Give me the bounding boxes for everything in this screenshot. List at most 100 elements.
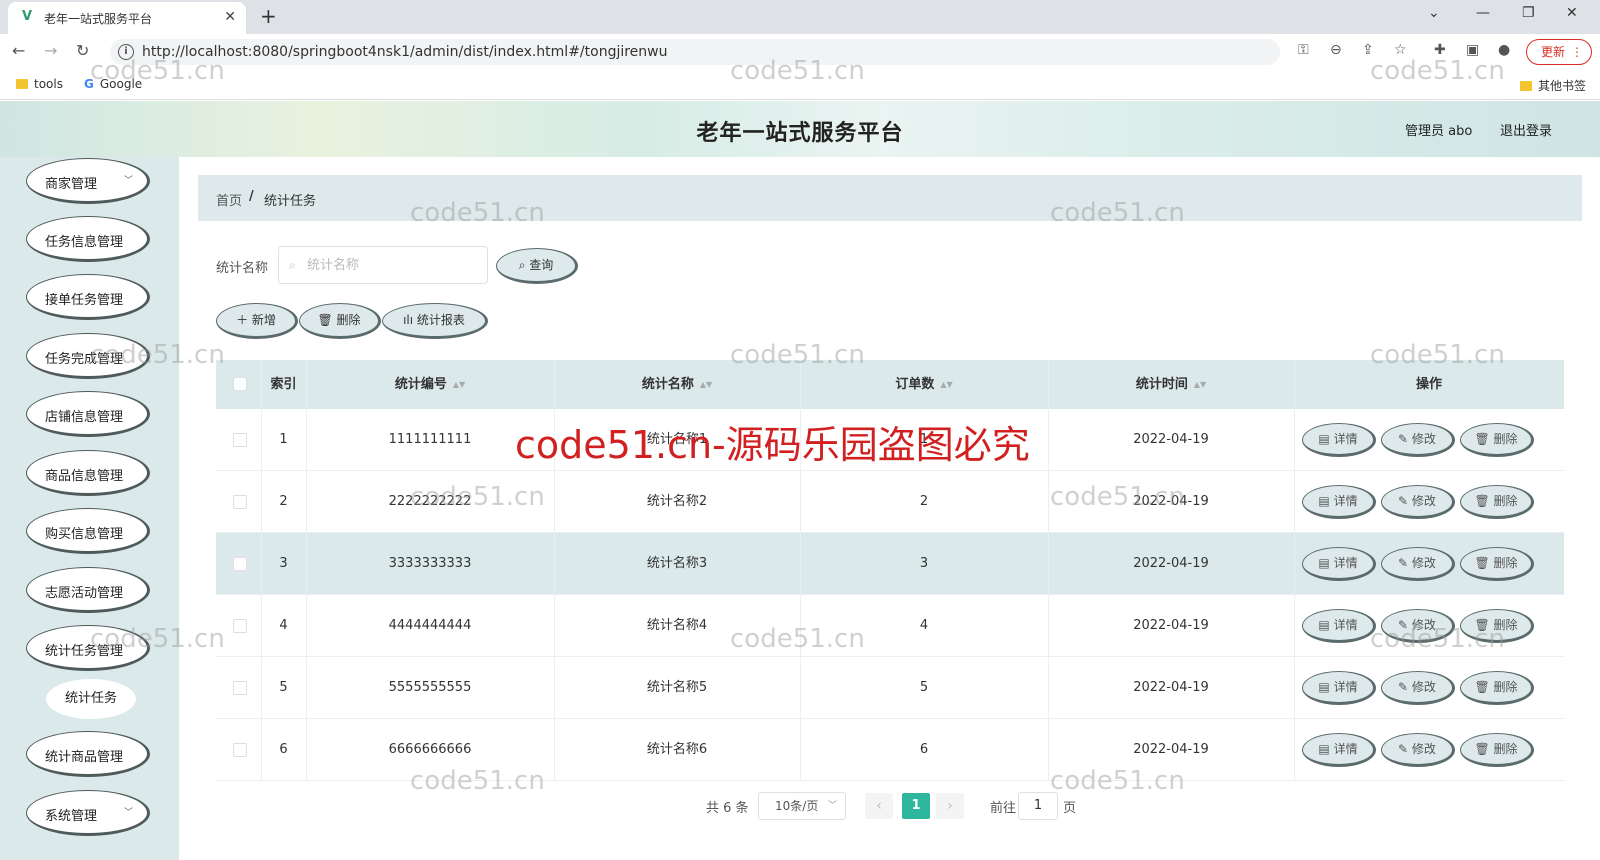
restore-icon[interactable]: ❐ — [1522, 5, 1535, 21]
table-row[interactable]: 4 4444444444 统计名称4 4 2022-04-19 ▤ 详情 ✎ 修改 🗑 删除 — [216, 595, 1564, 657]
edit-button[interactable]: ✎ 修改 — [1381, 733, 1455, 767]
sidebar-item-purchase-info[interactable]: 购买信息管理 — [26, 508, 150, 554]
detail-button[interactable]: ▤ 详情 — [1302, 609, 1376, 643]
query-button[interactable]: ⌕ 查询 — [496, 248, 578, 284]
sidebar-item-product-info[interactable]: 商品信息管理 — [26, 450, 150, 496]
key-icon[interactable]: ⚿ — [1298, 42, 1309, 58]
edit-button[interactable]: ✎ 修改 — [1381, 423, 1455, 457]
column-header-code[interactable]: 统计编号 ▲▼ — [306, 360, 554, 409]
sidebar-item-stats-product[interactable]: 统计商品管理 — [26, 731, 150, 777]
bookmark-google[interactable]: G Google — [84, 77, 142, 91]
table-row[interactable]: 1 1111111111 统计名称1 1 2022-04-19 ▤ 详情 ✎ 修改 🗑 删除 — [216, 409, 1564, 471]
cell-time: 2022-04-19 — [1133, 680, 1209, 695]
prev-page-icon[interactable]: ‹ — [865, 793, 893, 819]
detail-button[interactable]: ▤ 详情 — [1302, 671, 1376, 705]
cell-orders: 4 — [919, 618, 929, 633]
cell-time: 2022-04-19 — [1133, 494, 1209, 509]
column-header-name[interactable]: 统计名称 ▲▼ — [554, 360, 800, 409]
other-bookmarks[interactable]: 其他书签 — [1520, 77, 1586, 94]
document-icon: ▤ — [1318, 556, 1334, 570]
row-checkbox[interactable] — [233, 433, 247, 447]
edit-button[interactable]: ✎ 修改 — [1381, 671, 1455, 705]
zoom-icon[interactable]: ⊖ — [1330, 42, 1342, 58]
address-bar[interactable]: i http://localhost:8080/springboot4nsk1/… — [110, 39, 1280, 65]
bookmark-tools[interactable]: tools — [16, 77, 63, 91]
add-button[interactable]: ＋ 新增 — [216, 303, 298, 339]
reload-icon[interactable]: ↻ — [76, 41, 89, 60]
sort-icon[interactable]: ▲▼ — [453, 360, 465, 409]
extensions-icon[interactable]: ✚ — [1434, 42, 1446, 58]
detail-button[interactable]: ▤ 详情 — [1302, 423, 1376, 457]
search-input[interactable] — [307, 256, 477, 274]
delete-button[interactable]: 🗑 删除 — [1460, 423, 1534, 457]
row-checkbox[interactable] — [233, 681, 247, 695]
profile-icon[interactable]: ● — [1498, 42, 1510, 58]
sidebar-item-accepted-task[interactable]: 接单任务管理 — [26, 274, 150, 320]
next-page-icon[interactable]: › — [936, 793, 964, 819]
table-row[interactable]: 3 3333333333 统计名称3 3 2022-04-19 ▤ 详情 ✎ 修改 🗑 删除 — [216, 533, 1564, 595]
chevron-down-icon: ﹀ — [827, 801, 837, 811]
forward-icon[interactable]: → — [44, 41, 57, 60]
sort-icon[interactable]: ▲▼ — [700, 360, 712, 409]
column-header-orders[interactable]: 订单数 ▲▼ — [800, 360, 1048, 409]
sidebar-item-stats-task[interactable]: 统计任务管理 — [26, 625, 150, 671]
column-header-actions: 操作 — [1415, 377, 1442, 392]
pagination-total: 共 6 条 — [706, 801, 749, 816]
share-icon[interactable]: ⇪ — [1362, 42, 1374, 58]
site-info-icon[interactable]: i — [118, 44, 134, 60]
close-window-icon[interactable]: ✕ — [1566, 5, 1578, 21]
sidebar-subitem-stats-task[interactable]: 统计任务 — [46, 679, 136, 719]
row-checkbox[interactable] — [233, 743, 247, 757]
browser-tab[interactable]: V 老年一站式服务平台 ✕ — [8, 2, 246, 34]
sidebar-item-task-info[interactable]: 任务信息管理 — [26, 216, 150, 262]
select-all-checkbox[interactable] — [233, 377, 247, 391]
row-checkbox[interactable] — [233, 495, 247, 509]
page-size-select[interactable]: 10条/页 ﹀ — [758, 792, 846, 820]
table-row[interactable]: 6 6666666666 统计名称6 6 2022-04-19 ▤ 详情 ✎ 修改 🗑 删除 — [216, 719, 1564, 781]
cell-code: 6666666666 — [388, 742, 472, 757]
delete-button[interactable]: 🗑 删除 — [1460, 671, 1534, 705]
row-checkbox[interactable] — [233, 619, 247, 633]
breadcrumb-home[interactable]: 首页 — [216, 190, 242, 209]
trash-icon: 🗑 — [1474, 494, 1494, 508]
sidebar-item-task-complete[interactable]: 任务完成管理 — [26, 333, 150, 379]
table-row[interactable]: 5 5555555555 统计名称5 5 2022-04-19 ▤ 详情 ✎ 修改 🗑 删除 — [216, 657, 1564, 719]
pencil-icon: ✎ — [1398, 494, 1412, 508]
row-checkbox[interactable] — [233, 557, 247, 571]
edit-button[interactable]: ✎ 修改 — [1381, 547, 1455, 581]
edit-button[interactable]: ✎ 修改 — [1381, 485, 1455, 519]
delete-button[interactable]: 🗑 删除 — [1460, 733, 1534, 767]
sort-icon[interactable]: ▲▼ — [940, 360, 952, 409]
sidebar-item-shop-info[interactable]: 店铺信息管理 — [26, 391, 150, 437]
update-button[interactable]: 更新 ⋮ — [1526, 39, 1592, 65]
detail-button[interactable]: ▤ 详情 — [1302, 733, 1376, 767]
edit-button[interactable]: ✎ 修改 — [1381, 609, 1455, 643]
sidebar-item-volunteer[interactable]: 志愿活动管理 — [26, 567, 150, 613]
new-tab-icon[interactable]: + — [260, 4, 277, 28]
detail-button[interactable]: ▤ 详情 — [1302, 547, 1376, 581]
goto-page-input[interactable]: 1 — [1018, 792, 1058, 820]
logout-link[interactable]: 退出登录 — [1500, 120, 1552, 139]
star-icon[interactable]: ☆ — [1394, 42, 1407, 58]
sidebar-item-system[interactable]: 系统管理 ﹀ — [26, 790, 150, 836]
delete-button[interactable]: 🗑 删除 — [1460, 609, 1534, 643]
back-icon[interactable]: ← — [12, 41, 25, 60]
tab-search-icon[interactable]: ⌄ — [1428, 5, 1440, 21]
detail-button[interactable]: ▤ 详情 — [1302, 485, 1376, 519]
report-button[interactable]: ılı 统计报表 — [382, 303, 488, 339]
tab-title: 老年一站式服务平台 — [44, 12, 153, 26]
delete-button[interactable]: 🗑 删除 — [1460, 547, 1534, 581]
batch-delete-button[interactable]: 🗑 删除 — [299, 303, 381, 339]
minimize-icon[interactable]: — — [1476, 5, 1490, 21]
table-row[interactable]: 2 2222222222 统计名称2 2 2022-04-19 ▤ 详情 ✎ 修改 🗑 删除 — [216, 471, 1564, 533]
page-number-current[interactable]: 1 — [902, 793, 930, 819]
delete-button[interactable]: 🗑 删除 — [1460, 485, 1534, 519]
column-header-time[interactable]: 统计时间 ▲▼ — [1048, 360, 1294, 409]
sidebar-item-merchant[interactable]: 商家管理 ﹀ — [26, 158, 150, 204]
sort-icon[interactable]: ▲▼ — [1194, 360, 1206, 409]
close-tab-icon[interactable]: ✕ — [224, 9, 236, 25]
document-icon: ▤ — [1318, 494, 1334, 508]
goto-label: 前往 — [990, 801, 1017, 816]
side-panel-icon[interactable]: ▣ — [1466, 42, 1479, 58]
search-field[interactable]: ⌕ — [278, 246, 488, 284]
